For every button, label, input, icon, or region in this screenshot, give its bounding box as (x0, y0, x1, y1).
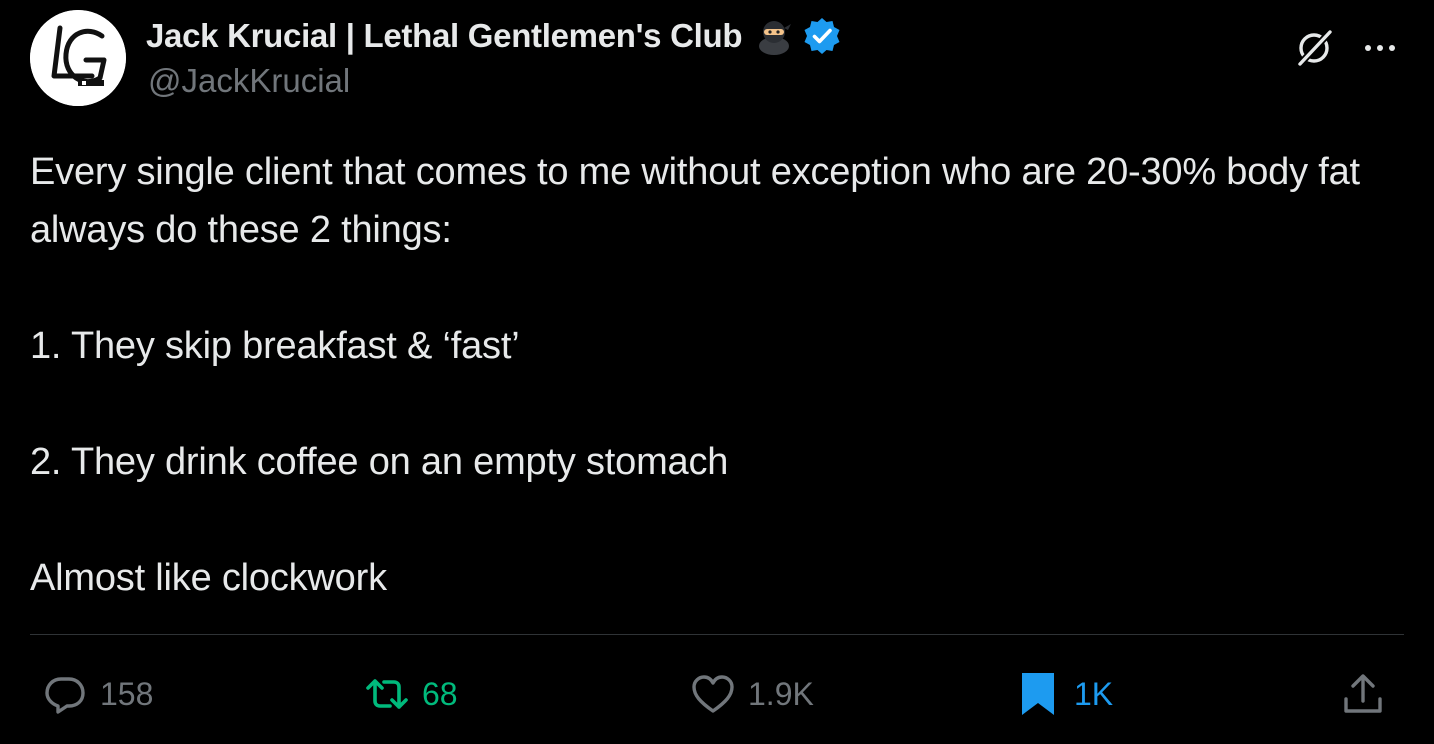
reply-button[interactable]: 158 (42, 664, 153, 724)
tweet-paragraph: 1. They skip breakfast & ‘fast’ (30, 325, 520, 367)
more-icon[interactable] (1360, 36, 1400, 60)
share-button[interactable] (1340, 664, 1386, 724)
retweet-count: 68 (422, 675, 458, 712)
bookmark-button[interactable]: 1K (1016, 664, 1113, 724)
tweet-text: Every single client that comes to me wit… (30, 143, 1410, 607)
like-button[interactable]: 1.9K (690, 664, 814, 724)
tweet-paragraph: Almost like clockwork (30, 557, 387, 599)
author-name-row: Jack Krucial | Lethal Gentlemen's Club (146, 14, 842, 58)
lg-logo (30, 10, 126, 106)
verified-badge-icon[interactable] (802, 16, 842, 56)
share-icon (1340, 671, 1386, 717)
ninja-emoji-icon (754, 16, 794, 56)
tweet-spacer (30, 491, 1410, 549)
retweet-button[interactable]: 68 (364, 664, 458, 724)
divider (30, 634, 1404, 635)
heart-icon (690, 671, 736, 717)
tweet-paragraph: Every single client that comes to me wit… (30, 151, 1371, 251)
retweet-icon (364, 671, 410, 717)
author-handle[interactable]: @JackKrucial (148, 62, 350, 100)
reply-icon (42, 671, 88, 717)
grok-icon[interactable] (1292, 26, 1336, 70)
tweet-card: Jack Krucial | Lethal Gentlemen's Club @… (0, 0, 1434, 744)
bookmark-icon (1016, 671, 1062, 717)
tweet-paragraph: 2. They drink coffee on an empty stomach (30, 441, 729, 483)
avatar[interactable] (30, 10, 126, 106)
reply-count: 158 (100, 675, 154, 712)
tweet-spacer (30, 259, 1410, 317)
like-count: 1.9K (748, 675, 814, 712)
author-display-name[interactable]: Jack Krucial | Lethal Gentlemen's Club (146, 17, 743, 55)
tweet-spacer (30, 375, 1410, 433)
bookmark-count: 1K (1074, 675, 1114, 712)
